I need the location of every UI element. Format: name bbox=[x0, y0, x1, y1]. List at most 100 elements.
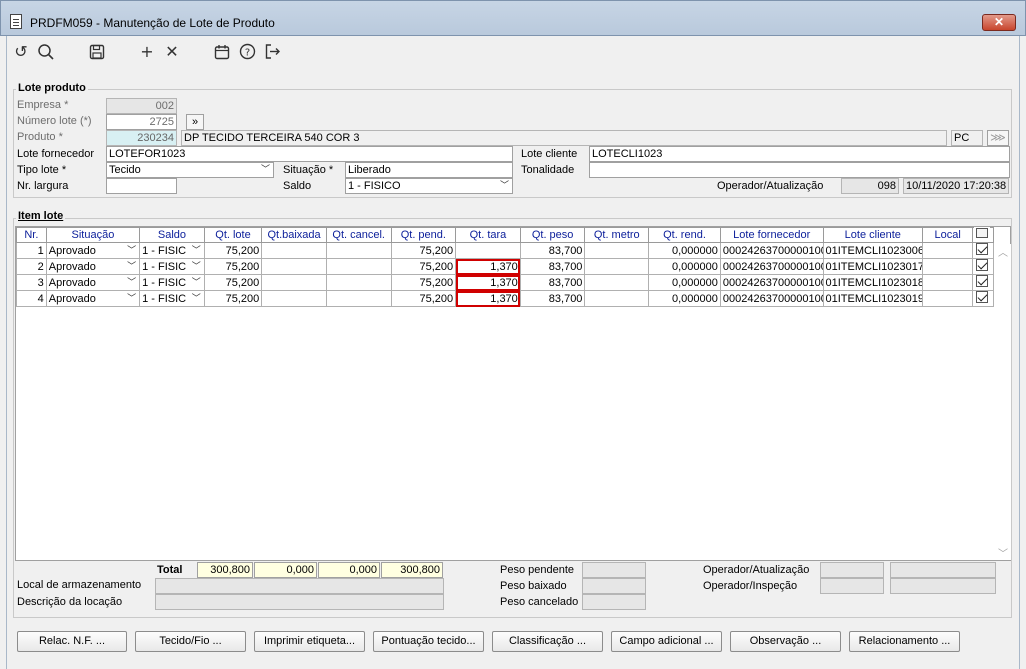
tipo-lote-select[interactable]: Tecido ﹀ bbox=[106, 162, 274, 178]
table-row[interactable]: 3 Aprovado ﹀ 1 - FISIC ﹀ 75,200 75,200 1,370 83,… bbox=[16, 274, 994, 291]
chevron-down-icon[interactable]: ﹀ bbox=[127, 276, 136, 288]
produto-code-field[interactable]: 230234 bbox=[106, 130, 177, 146]
col-saldo[interactable]: Saldo bbox=[139, 227, 205, 243]
add-icon[interactable]: + bbox=[136, 41, 158, 63]
delete-icon[interactable]: ✕ bbox=[161, 41, 183, 63]
cell-qt-lote[interactable]: 75,200 bbox=[203, 242, 263, 259]
tecido-fio-button[interactable]: Tecido/Fio ... bbox=[135, 631, 246, 652]
tonalidade-field[interactable] bbox=[589, 162, 1010, 178]
cell-local[interactable] bbox=[922, 258, 974, 275]
calendar-icon[interactable] bbox=[211, 41, 233, 63]
select-all-checkbox[interactable] bbox=[976, 228, 988, 239]
chevron-down-icon[interactable]: ﹀ bbox=[192, 244, 201, 256]
cell-local[interactable] bbox=[922, 274, 974, 291]
cell-qt-rend[interactable]: 0,000000 bbox=[648, 258, 721, 275]
situacao-field[interactable]: Liberado bbox=[345, 162, 513, 178]
cell-qt-tara[interactable]: 1,370 bbox=[455, 290, 521, 307]
col-lote-cliente[interactable]: Lote cliente bbox=[822, 227, 924, 243]
cell-qt-baixada[interactable] bbox=[261, 274, 327, 291]
cell-nr[interactable]: 3 bbox=[16, 274, 47, 291]
col-local[interactable]: Local bbox=[922, 227, 974, 243]
cell-situacao[interactable]: Aprovado ﹀ bbox=[45, 242, 141, 259]
cell-lote-fornecedor[interactable]: 00024263700000100 bbox=[719, 274, 824, 291]
row-checkbox-cell[interactable] bbox=[974, 259, 990, 275]
chevron-down-icon[interactable]: ﹀ bbox=[192, 292, 201, 304]
cell-saldo[interactable]: 1 - FISIC ﹀ bbox=[139, 274, 205, 291]
cell-qt-lote[interactable]: 75,200 bbox=[203, 258, 263, 275]
row-checkbox-cell[interactable] bbox=[974, 243, 990, 259]
cell-qt-cancel[interactable] bbox=[325, 242, 392, 259]
table-row[interactable]: 4 Aprovado ﹀ 1 - FISIC ﹀ 75,200 75,200 1,370 83,… bbox=[16, 290, 994, 307]
col-nr[interactable]: Nr. bbox=[16, 227, 47, 243]
numero-lote-more-button[interactable]: » bbox=[186, 114, 204, 130]
cell-lote-fornecedor[interactable]: 00024263700000100 bbox=[719, 290, 824, 307]
cell-lote-cliente[interactable]: 01ITEMCLI1023006 bbox=[822, 242, 924, 259]
col-lote-fornecedor[interactable]: Lote fornecedor bbox=[719, 227, 824, 243]
campo-adicional-button[interactable]: Campo adicional ... bbox=[611, 631, 722, 652]
help-icon[interactable]: ? bbox=[236, 41, 258, 63]
row-checkbox[interactable] bbox=[976, 291, 988, 304]
col-qt-cancel[interactable]: Qt. cancel. bbox=[325, 227, 392, 243]
cell-lote-fornecedor[interactable]: 00024263700000100 bbox=[719, 242, 824, 259]
cell-saldo[interactable]: 1 - FISIC ﹀ bbox=[139, 258, 205, 275]
row-checkbox[interactable] bbox=[976, 259, 988, 272]
cell-nr[interactable]: 2 bbox=[16, 258, 47, 275]
col-qt-baixada[interactable]: Qt.baixada bbox=[261, 227, 327, 243]
col-qt-metro[interactable]: Qt. metro bbox=[584, 227, 650, 243]
col-qt-lote[interactable]: Qt. lote bbox=[203, 227, 263, 243]
cell-saldo[interactable]: 1 - FISIC ﹀ bbox=[139, 242, 205, 259]
scroll-down-icon[interactable]: ﹀ bbox=[995, 545, 1011, 560]
lote-fornecedor-field[interactable]: LOTEFOR1023 bbox=[106, 146, 513, 162]
cell-qt-rend[interactable]: 0,000000 bbox=[648, 242, 721, 259]
chevron-down-icon[interactable]: ﹀ bbox=[127, 292, 136, 304]
cell-qt-baixada[interactable] bbox=[261, 242, 327, 259]
cell-qt-cancel[interactable] bbox=[325, 290, 392, 307]
col-qt-rend[interactable]: Qt. rend. bbox=[648, 227, 721, 243]
grid-vertical-scrollbar[interactable]: ︿ ﹀ bbox=[995, 244, 1011, 560]
cell-lote-cliente[interactable]: 01ITEMCLI1023017 bbox=[822, 258, 924, 275]
table-row[interactable]: 1 Aprovado ﹀ 1 - FISIC ﹀ 75,200 75,200 83,700 0,… bbox=[16, 242, 994, 259]
search-icon[interactable] bbox=[35, 41, 57, 63]
cell-local[interactable] bbox=[922, 290, 974, 307]
produto-lookup-button[interactable]: ⋙ bbox=[987, 130, 1009, 146]
cell-nr[interactable]: 1 bbox=[16, 242, 47, 259]
cell-local[interactable] bbox=[922, 242, 974, 259]
scroll-up-icon[interactable]: ︿ bbox=[995, 244, 1011, 259]
cell-qt-metro[interactable] bbox=[584, 242, 650, 259]
undo-icon[interactable]: ↺ bbox=[10, 41, 32, 63]
cell-qt-baixada[interactable] bbox=[261, 258, 327, 275]
save-icon[interactable] bbox=[86, 41, 108, 63]
observacao-button[interactable]: Observação ... bbox=[730, 631, 841, 652]
cell-saldo[interactable]: 1 - FISIC ﹀ bbox=[139, 290, 205, 307]
col-qt-peso[interactable]: Qt. peso bbox=[519, 227, 586, 243]
cell-qt-tara[interactable]: 1,370 bbox=[455, 258, 521, 275]
cell-lote-cliente[interactable]: 01ITEMCLI1023019 bbox=[822, 290, 924, 307]
row-checkbox-cell[interactable] bbox=[974, 291, 990, 307]
numero-lote-field[interactable]: 2725 bbox=[106, 114, 177, 130]
relacionamento-button[interactable]: Relacionamento ... bbox=[849, 631, 960, 652]
lote-cliente-field[interactable]: LOTECLI1023 bbox=[589, 146, 1010, 162]
cell-qt-peso[interactable]: 83,700 bbox=[519, 258, 586, 275]
pontuacao-tecido-button[interactable]: Pontuação tecido... bbox=[373, 631, 484, 652]
cell-qt-cancel[interactable] bbox=[325, 274, 392, 291]
row-checkbox[interactable] bbox=[976, 243, 988, 256]
saldo-select[interactable]: 1 - FISICO ﹀ bbox=[345, 178, 513, 194]
cell-qt-peso[interactable]: 83,700 bbox=[519, 274, 586, 291]
chevron-down-icon[interactable]: ﹀ bbox=[127, 244, 136, 256]
classificacao-button[interactable]: Classificação ... bbox=[492, 631, 603, 652]
cell-lote-fornecedor[interactable]: 00024263700000100 bbox=[719, 258, 824, 275]
cell-situacao[interactable]: Aprovado ﹀ bbox=[45, 258, 141, 275]
cell-situacao[interactable]: Aprovado ﹀ bbox=[45, 274, 141, 291]
select-all-checkbox-cell[interactable] bbox=[974, 227, 990, 242]
col-qt-pend[interactable]: Qt. pend. bbox=[390, 227, 457, 243]
cell-qt-rend[interactable]: 0,000000 bbox=[648, 290, 721, 307]
row-checkbox-cell[interactable] bbox=[974, 275, 990, 291]
cell-nr[interactable]: 4 bbox=[16, 290, 47, 307]
cell-qt-tara[interactable] bbox=[455, 242, 521, 259]
cell-qt-cancel[interactable] bbox=[325, 258, 392, 275]
cell-lote-cliente[interactable]: 01ITEMCLI1023018 bbox=[822, 274, 924, 291]
col-situacao[interactable]: Situação bbox=[45, 227, 141, 243]
cell-qt-lote[interactable]: 75,200 bbox=[203, 290, 263, 307]
cell-qt-peso[interactable]: 83,700 bbox=[519, 242, 586, 259]
cell-qt-pend[interactable]: 75,200 bbox=[390, 274, 457, 291]
